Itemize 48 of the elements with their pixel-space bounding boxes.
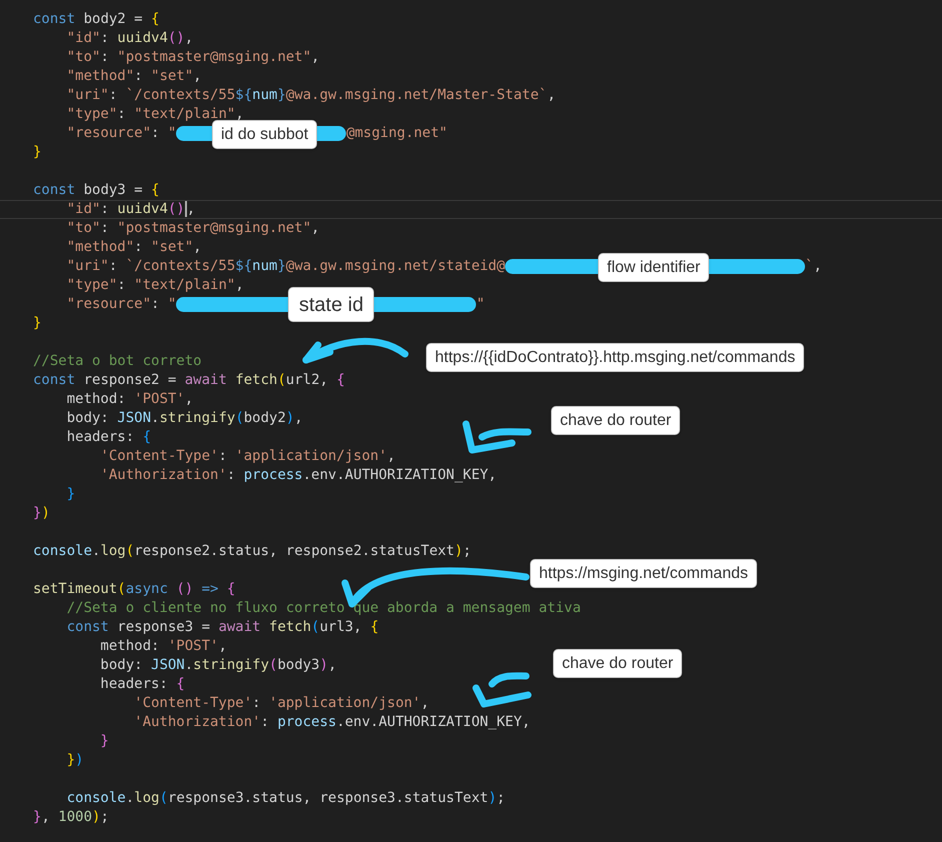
code-text: `, [805,257,822,276]
code-text: " [476,295,485,314]
code-text: console.log(response3.status, response3.statusText); [66,789,506,808]
code-text: body: JSON.stringify(body2), [66,409,303,428]
code-text: method: 'POST', [66,390,194,409]
code-text: 'Content-Type': 'application/json', [133,694,430,713]
code-text: } [33,143,42,162]
code-text: const response3 = await fetch(url3, { [66,618,379,637]
code-text: @msging.net" [346,124,448,143]
code-text: 'Authorization': process.env.AUTHORIZATION_KEY, [99,466,497,485]
code-text: } [66,485,76,504]
code-text: headers: { [66,428,152,447]
code-text: "resource": " [66,124,176,143]
code-text: const body3 = { [33,181,160,200]
callout-label: chave do router [553,649,682,678]
code-text: "to": "postmaster@msging.net", [66,48,320,67]
code-text: "resource": " [66,295,176,314]
code-text: headers: { [99,675,185,694]
code-text: }) [66,751,84,770]
code-text: "to": "postmaster@msging.net", [66,219,320,238]
code-text: "method": "set", [66,238,202,257]
code-text: const response2 = await fetch(url2, { [33,371,345,390]
code-text: const body2 = { [33,10,160,29]
code-text: //Seta o bot correto [33,352,202,371]
code-text: "id": uuidv4(), [66,29,194,48]
code-text: } [33,314,42,333]
code-text: body: JSON.stringify(body3), [99,656,336,675]
text-cursor [184,201,187,218]
code-text: } [99,732,109,751]
code-text: "method": "set", [66,67,202,86]
callout-label: https://msging.net/commands [530,559,757,588]
code-text: }, 1000); [33,808,109,827]
code-text: 'Authorization': process.env.AUTHORIZATION_KEY, [133,713,530,732]
callout-label: state id [288,287,374,322]
code-text: method: 'POST', [99,637,227,656]
code-text: 'Content-Type': 'application/json', [99,447,396,466]
code-text: console.log(response2.status, response2.statusText); [33,542,472,561]
code-text: "id": uuidv4(), [66,201,196,218]
code-text: }) [33,504,50,523]
code-text: //Seta o cliente no fluxo correto que aborda a mensagem ativa [66,599,581,618]
callout-label: https://{{idDoContrato}}.http.msging.net/commands [426,343,804,372]
code-text: "uri": `/contexts/55${num}@wa.gw.msging.net/Master-State`, [66,86,556,105]
code-text: "uri": `/contexts/55${num}@wa.gw.msging.net/stateid@ [66,257,506,276]
code-text: setTimeout(async () => { [33,580,236,599]
callout-label: chave do router [551,406,680,435]
code-text: "type": "text/plain", [66,276,244,295]
callout-label: flow identifier [598,253,710,282]
callout-label: id do subbot [212,120,318,149]
